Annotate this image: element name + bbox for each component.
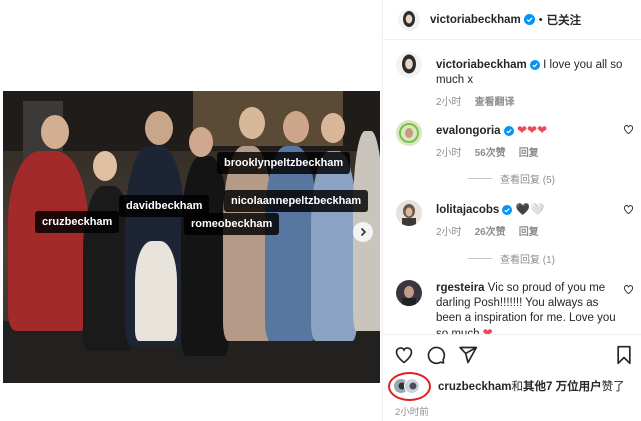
comments-list: victoriabeckham I love you all so much x… <box>383 40 641 334</box>
view-replies-button[interactable]: 查看回复 (5) <box>468 171 555 186</box>
annotation-circle <box>388 372 431 401</box>
likes-others[interactable]: 其他7 万位用户 <box>523 381 602 393</box>
avatar[interactable] <box>396 120 422 146</box>
comment-text: 🖤🤍 <box>515 204 545 216</box>
comment-likes[interactable]: 56次赞 <box>475 146 506 161</box>
post-details-pane: victoriabeckham • 已关注 victoriabeckham I … <box>382 0 641 421</box>
post-media-pane: cruzbeckham davidbeckham brooklynpeltzbe… <box>0 0 382 421</box>
tag-cruzbeckham[interactable]: cruzbeckham <box>35 211 120 233</box>
avatar[interactable] <box>396 280 422 306</box>
verified-badge-icon <box>523 14 535 25</box>
caption-username[interactable]: victoriabeckham <box>436 59 527 71</box>
avatar[interactable] <box>396 52 422 78</box>
following-button[interactable]: 已关注 <box>547 12 582 28</box>
verified-badge-icon <box>529 59 540 70</box>
liker-username[interactable]: cruzbeckham <box>438 381 512 393</box>
comment-time[interactable]: 2小时 <box>436 225 462 240</box>
person-cruz-head <box>41 115 69 149</box>
person-nicola <box>311 151 357 341</box>
header-separator: • <box>538 13 543 26</box>
post-timestamp[interactable]: 2小时前 <box>395 404 429 418</box>
likes-text[interactable]: cruzbeckham和其他7 万位用户赞了 <box>438 378 625 394</box>
comment-time[interactable]: 2小时 <box>436 146 462 161</box>
replies-divider <box>468 258 492 259</box>
person-victoria-head <box>189 127 213 157</box>
victoria-avatar-image <box>398 8 420 31</box>
comment-likes[interactable]: 26次赞 <box>475 225 506 240</box>
chevron-right-icon <box>360 227 367 237</box>
person-nicola-head <box>321 113 345 143</box>
rgesteira-avatar-image <box>396 280 422 306</box>
comment-username[interactable]: lolitajacobs <box>436 204 499 216</box>
person-harper-head <box>93 151 117 181</box>
like-comment-heart-icon[interactable] <box>623 124 634 135</box>
person-romeo-head <box>239 107 265 139</box>
comment-username[interactable]: evalongoria <box>436 125 501 137</box>
evalongoria-avatar-image <box>396 120 422 146</box>
view-replies-label: 查看回复 (1) <box>500 255 555 266</box>
avatar[interactable] <box>398 8 420 31</box>
comment-emoji: ❤ <box>482 326 493 334</box>
see-translation-button[interactable]: 查看翻译 <box>475 95 515 110</box>
person-cruz <box>8 151 88 331</box>
person-brooklyn <box>265 146 317 341</box>
post-actions: cruzbeckham和其他7 万位用户赞了 2小时前 <box>383 334 641 421</box>
comment-username[interactable]: rgesteira <box>436 282 485 294</box>
heart-icon[interactable] <box>394 345 414 365</box>
post-header: victoriabeckham • 已关注 <box>383 0 641 40</box>
comment-icon[interactable] <box>426 345 446 365</box>
likes-suffix: 赞了 <box>601 381 625 393</box>
photo-tapestry <box>193 91 343 146</box>
avatar[interactable] <box>396 200 422 226</box>
share-icon[interactable] <box>458 345 478 365</box>
tag-nicolaannepeltzbeckham[interactable]: nicolaannepeltzbeckham <box>224 190 369 212</box>
reply-button[interactable]: 回复 <box>519 225 539 240</box>
view-replies-label: 查看回复 (5) <box>500 175 555 186</box>
verified-badge-icon <box>502 204 513 215</box>
person-david-head <box>145 111 173 145</box>
lolitajacobs-avatar-image <box>396 200 422 226</box>
person-brooklyn-head <box>283 111 309 143</box>
post-photo[interactable]: cruzbeckham davidbeckham brooklynpeltzbe… <box>3 91 380 383</box>
comment-text: ❤❤❤ <box>516 123 548 137</box>
verified-badge-icon <box>503 125 514 136</box>
header-username[interactable]: victoriabeckham <box>430 14 521 26</box>
tag-romeobeckham[interactable]: romeobeckham <box>184 213 280 235</box>
bookmark-icon[interactable] <box>615 345 633 365</box>
view-replies-button[interactable]: 查看回复 (1) <box>468 251 555 266</box>
likes-connector: 和 <box>511 381 524 393</box>
like-comment-heart-icon[interactable] <box>623 204 634 215</box>
reply-button[interactable]: 回复 <box>519 146 539 161</box>
next-photo-button[interactable] <box>353 222 373 242</box>
caption-time[interactable]: 2小时 <box>436 95 462 110</box>
tag-brooklynpeltzbeckham[interactable]: brooklynpeltzbeckham <box>217 152 351 174</box>
person-victoria <box>181 156 229 356</box>
victoria-avatar-image <box>396 52 422 78</box>
like-comment-heart-icon[interactable] <box>623 284 634 295</box>
person-david-trousers <box>135 241 177 341</box>
replies-divider <box>468 178 492 179</box>
